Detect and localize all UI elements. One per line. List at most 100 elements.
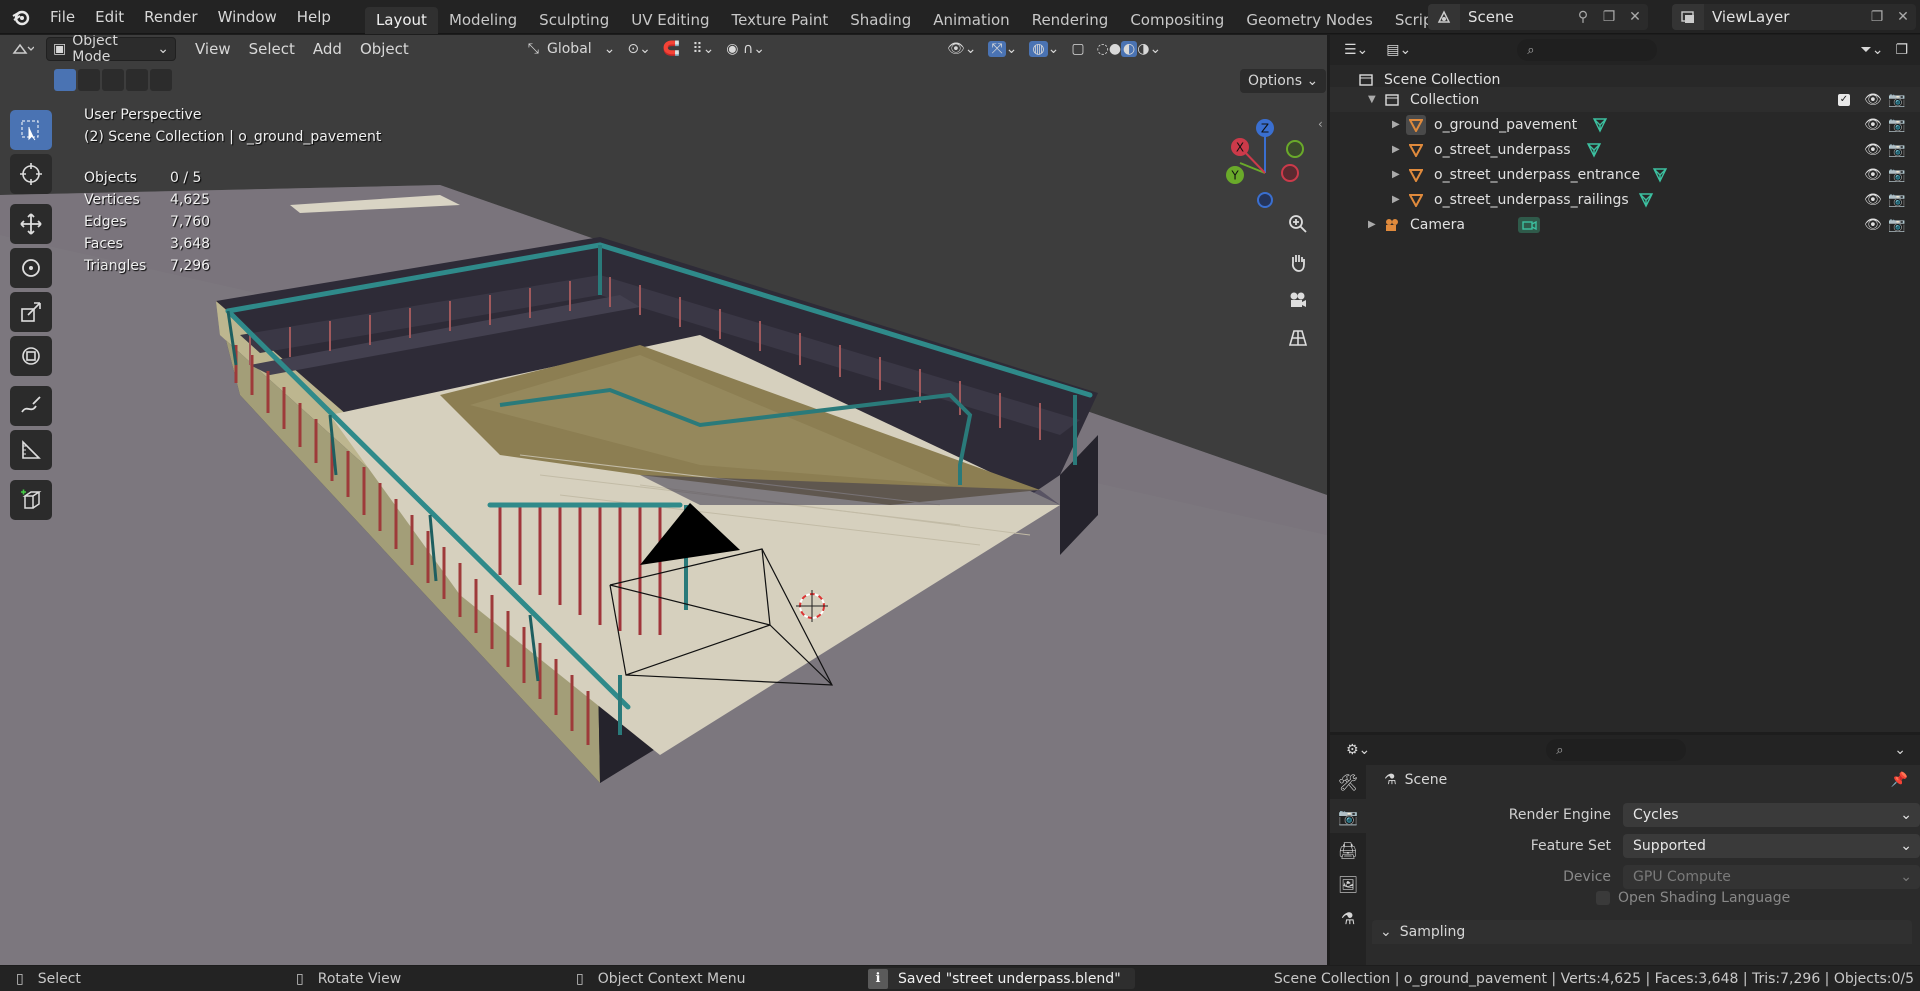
proportional-edit-button[interactable]: ◉ ∩⌄ (720, 37, 771, 61)
tab-layout[interactable]: Layout (364, 6, 438, 34)
feature-set-dropdown[interactable]: Supported ⌄ (1623, 834, 1920, 858)
expand-arrow-icon[interactable]: ▶ (1368, 219, 1376, 230)
snap-toggle[interactable]: 🧲 (657, 37, 686, 61)
menu-view[interactable]: View (186, 40, 240, 58)
navigation-gizmo[interactable]: Z X Y (1215, 115, 1325, 215)
pivot-point-button[interactable]: ⊙⌄ (621, 37, 656, 61)
gizmo-toggle-icon[interactable]: ⤧ ⌄ (982, 37, 1023, 61)
menu-select[interactable]: Select (240, 40, 304, 58)
material-shading-icon[interactable]: ◐ (1121, 41, 1138, 57)
3d-viewport[interactable]: ▣ Object Mode ⌄ View Select Add Object ⤡… (0, 35, 1327, 965)
render-camera-icon[interactable]: 📷 (1888, 192, 1905, 208)
display-mode-icon[interactable]: ▤⌄ (1380, 38, 1417, 62)
options-dropdown[interactable]: Options ⌄ (1240, 69, 1327, 93)
new-view-layer-icon[interactable]: ❐ (1864, 4, 1890, 30)
eye-icon[interactable]: 👁 (1864, 217, 1882, 233)
solid-shading-icon[interactable]: ● (1109, 41, 1121, 57)
outliner-row-object[interactable]: ▶ o_street_underpass_entrance 👁 📷 (1330, 162, 1920, 187)
render-tab-icon[interactable]: 📷 (1330, 799, 1366, 833)
rendered-shading-icon[interactable]: ◑ (1137, 41, 1149, 57)
pin-icon[interactable]: ⚲ (1570, 4, 1596, 30)
menu-edit[interactable]: Edit (85, 8, 134, 26)
render-camera-icon[interactable]: 📷 (1888, 117, 1905, 133)
menu-file[interactable]: File (40, 8, 85, 26)
expand-arrow-icon[interactable]: ▶ (1392, 119, 1400, 130)
select-new-icon[interactable] (54, 69, 76, 91)
outliner-row-object[interactable]: ▶ o_ground_pavement 👁 📷 (1330, 112, 1920, 137)
eye-icon[interactable]: 👁 (1864, 142, 1882, 158)
eye-icon[interactable]: 👁 (1864, 117, 1882, 133)
select-extend-icon[interactable] (78, 69, 100, 91)
menu-add[interactable]: Add (304, 40, 351, 58)
blender-logo-icon[interactable] (10, 6, 32, 28)
cursor-tool[interactable] (10, 154, 52, 194)
device-dropdown[interactable]: GPU Compute ⌄ (1623, 865, 1920, 889)
close-icon[interactable]: ✕ (1890, 4, 1916, 30)
tab-sculpting[interactable]: Sculpting (528, 7, 620, 34)
tab-compositing[interactable]: Compositing (1119, 7, 1235, 34)
annotate-tool[interactable] (10, 386, 52, 426)
render-camera-icon[interactable]: 📷 (1888, 142, 1905, 158)
render-camera-icon[interactable]: 📷 (1888, 217, 1905, 233)
wireframe-shading-icon[interactable]: ◌ (1097, 41, 1109, 57)
scene-selector[interactable]: Scene ⚲ ❐ ✕ (1428, 4, 1648, 30)
pin-icon[interactable]: 📌 (1891, 772, 1908, 788)
view-layer-selector[interactable]: ViewLayer ❐ ✕ (1672, 4, 1916, 30)
outliner-editor-type-icon[interactable]: ☰⌄ (1338, 38, 1374, 62)
outliner-row-camera[interactable]: ▶ Camera 👁 📷 (1330, 212, 1920, 237)
overlay-toggle-icon[interactable]: ◍ ⌄ (1023, 37, 1065, 61)
tab-rendering[interactable]: Rendering (1021, 7, 1120, 34)
outliner-row-object[interactable]: ▶ o_street_underpass 👁 📷 (1330, 137, 1920, 162)
move-tool[interactable] (10, 204, 52, 244)
render-engine-dropdown[interactable]: Cycles ⌄ (1623, 803, 1920, 827)
xray-toggle-icon[interactable]: ▢ (1065, 37, 1090, 61)
menu-help[interactable]: Help (287, 8, 341, 26)
render-camera-icon[interactable]: 📷 (1888, 167, 1905, 183)
transform-orientation-dropdown[interactable]: ⤡ Global ⌄ (522, 37, 622, 61)
mode-dropdown[interactable]: ▣ Object Mode ⌄ (46, 35, 176, 65)
chevron-down-icon[interactable]: ⌄ (1888, 738, 1912, 762)
osl-checkbox[interactable] (1596, 891, 1610, 905)
properties-editor-type-icon[interactable]: ⚙⌄ (1340, 738, 1376, 762)
tab-animation[interactable]: Animation (922, 7, 1020, 34)
output-tab-icon[interactable]: 🖨 (1330, 833, 1366, 867)
expand-arrow-icon[interactable]: ▼ (1368, 94, 1376, 105)
select-subtract-icon[interactable] (102, 69, 124, 91)
eye-icon[interactable]: 👁 (1864, 192, 1882, 208)
outliner-row-object[interactable]: ▶ o_street_underpass_railings 👁 📷 (1330, 187, 1920, 212)
pan-hand-icon[interactable] (1280, 245, 1316, 279)
select-box-tool[interactable] (10, 110, 52, 150)
camera-view-icon[interactable] (1280, 283, 1316, 317)
transform-tool[interactable] (10, 336, 52, 376)
expand-arrow-icon[interactable]: ▶ (1392, 169, 1400, 180)
scene-tab-icon[interactable]: ⚗ (1330, 901, 1366, 935)
properties-search-input[interactable]: ⌕ (1546, 739, 1687, 761)
new-scene-icon[interactable]: ❐ (1596, 4, 1622, 30)
select-intersect-icon[interactable] (150, 69, 172, 91)
close-icon[interactable]: ✕ (1622, 4, 1648, 30)
perspective-toggle-icon[interactable] (1280, 321, 1316, 355)
view-layer-tab-icon[interactable]: 🖼 (1330, 867, 1366, 901)
tab-modeling[interactable]: Modeling (438, 7, 528, 34)
menu-render[interactable]: Render (134, 8, 207, 26)
tab-shading[interactable]: Shading (839, 7, 922, 34)
shading-modes[interactable]: ◌ ● ◐ ◑ ⌄ (1091, 37, 1168, 61)
add-cube-tool[interactable] (10, 480, 52, 520)
sidebar-collapse-icon[interactable]: ‹ (1318, 117, 1323, 131)
eye-icon[interactable]: 👁 (1864, 92, 1882, 108)
tool-tab-icon[interactable]: 🛠 (1330, 765, 1366, 799)
menu-window[interactable]: Window (208, 8, 287, 26)
scene-name[interactable]: Scene (1460, 8, 1570, 26)
eye-icon[interactable]: 👁 (1864, 167, 1882, 183)
outliner-search-input[interactable]: ⌕ (1517, 39, 1658, 61)
include-checkbox-icon[interactable]: ✓ (1838, 93, 1850, 106)
filter-icon[interactable]: ⏷⌄ (1855, 38, 1890, 62)
visibility-icon[interactable]: 👁⌄ (941, 37, 983, 61)
sampling-panel-header[interactable]: ⌄ Sampling (1372, 920, 1912, 944)
zoom-icon[interactable] (1280, 207, 1316, 241)
menu-object[interactable]: Object (351, 40, 418, 58)
view-layer-name[interactable]: ViewLayer (1704, 8, 1864, 26)
expand-arrow-icon[interactable]: ▶ (1392, 144, 1400, 155)
tab-geometry-nodes[interactable]: Geometry Nodes (1235, 7, 1384, 34)
select-invert-icon[interactable] (126, 69, 148, 91)
